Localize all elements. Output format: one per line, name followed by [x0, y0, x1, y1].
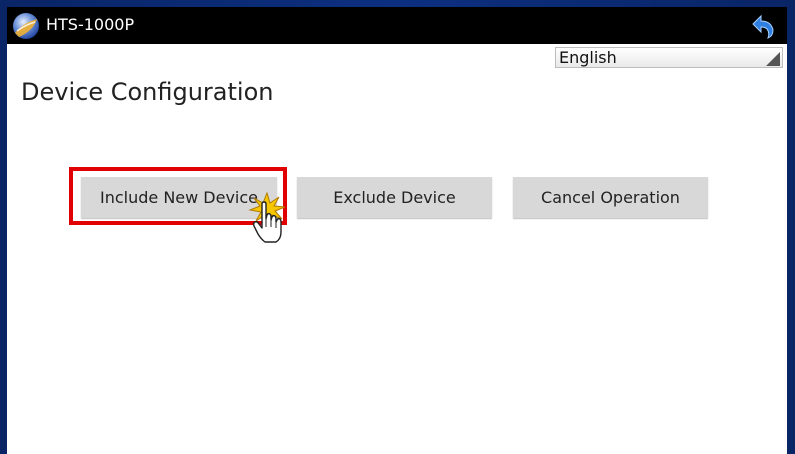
cancel-operation-button[interactable]: Cancel Operation	[513, 177, 708, 218]
app-screen: HTS-1000P English Device Configuration I…	[7, 7, 787, 454]
dropdown-corner-icon	[766, 51, 780, 66]
language-select[interactable]: English	[555, 47, 783, 68]
title-bar: HTS-1000P	[7, 7, 787, 44]
app-title: HTS-1000P	[46, 15, 135, 34]
page-title: Device Configuration	[21, 78, 274, 106]
include-new-device-button[interactable]: Include New Device	[81, 177, 277, 218]
back-arrow-icon[interactable]	[749, 12, 777, 40]
exclude-device-button[interactable]: Exclude Device	[297, 177, 492, 218]
language-select-value: English	[559, 48, 617, 67]
device-frame: HTS-1000P English Device Configuration I…	[0, 0, 795, 454]
globe-logo-icon	[11, 11, 41, 41]
